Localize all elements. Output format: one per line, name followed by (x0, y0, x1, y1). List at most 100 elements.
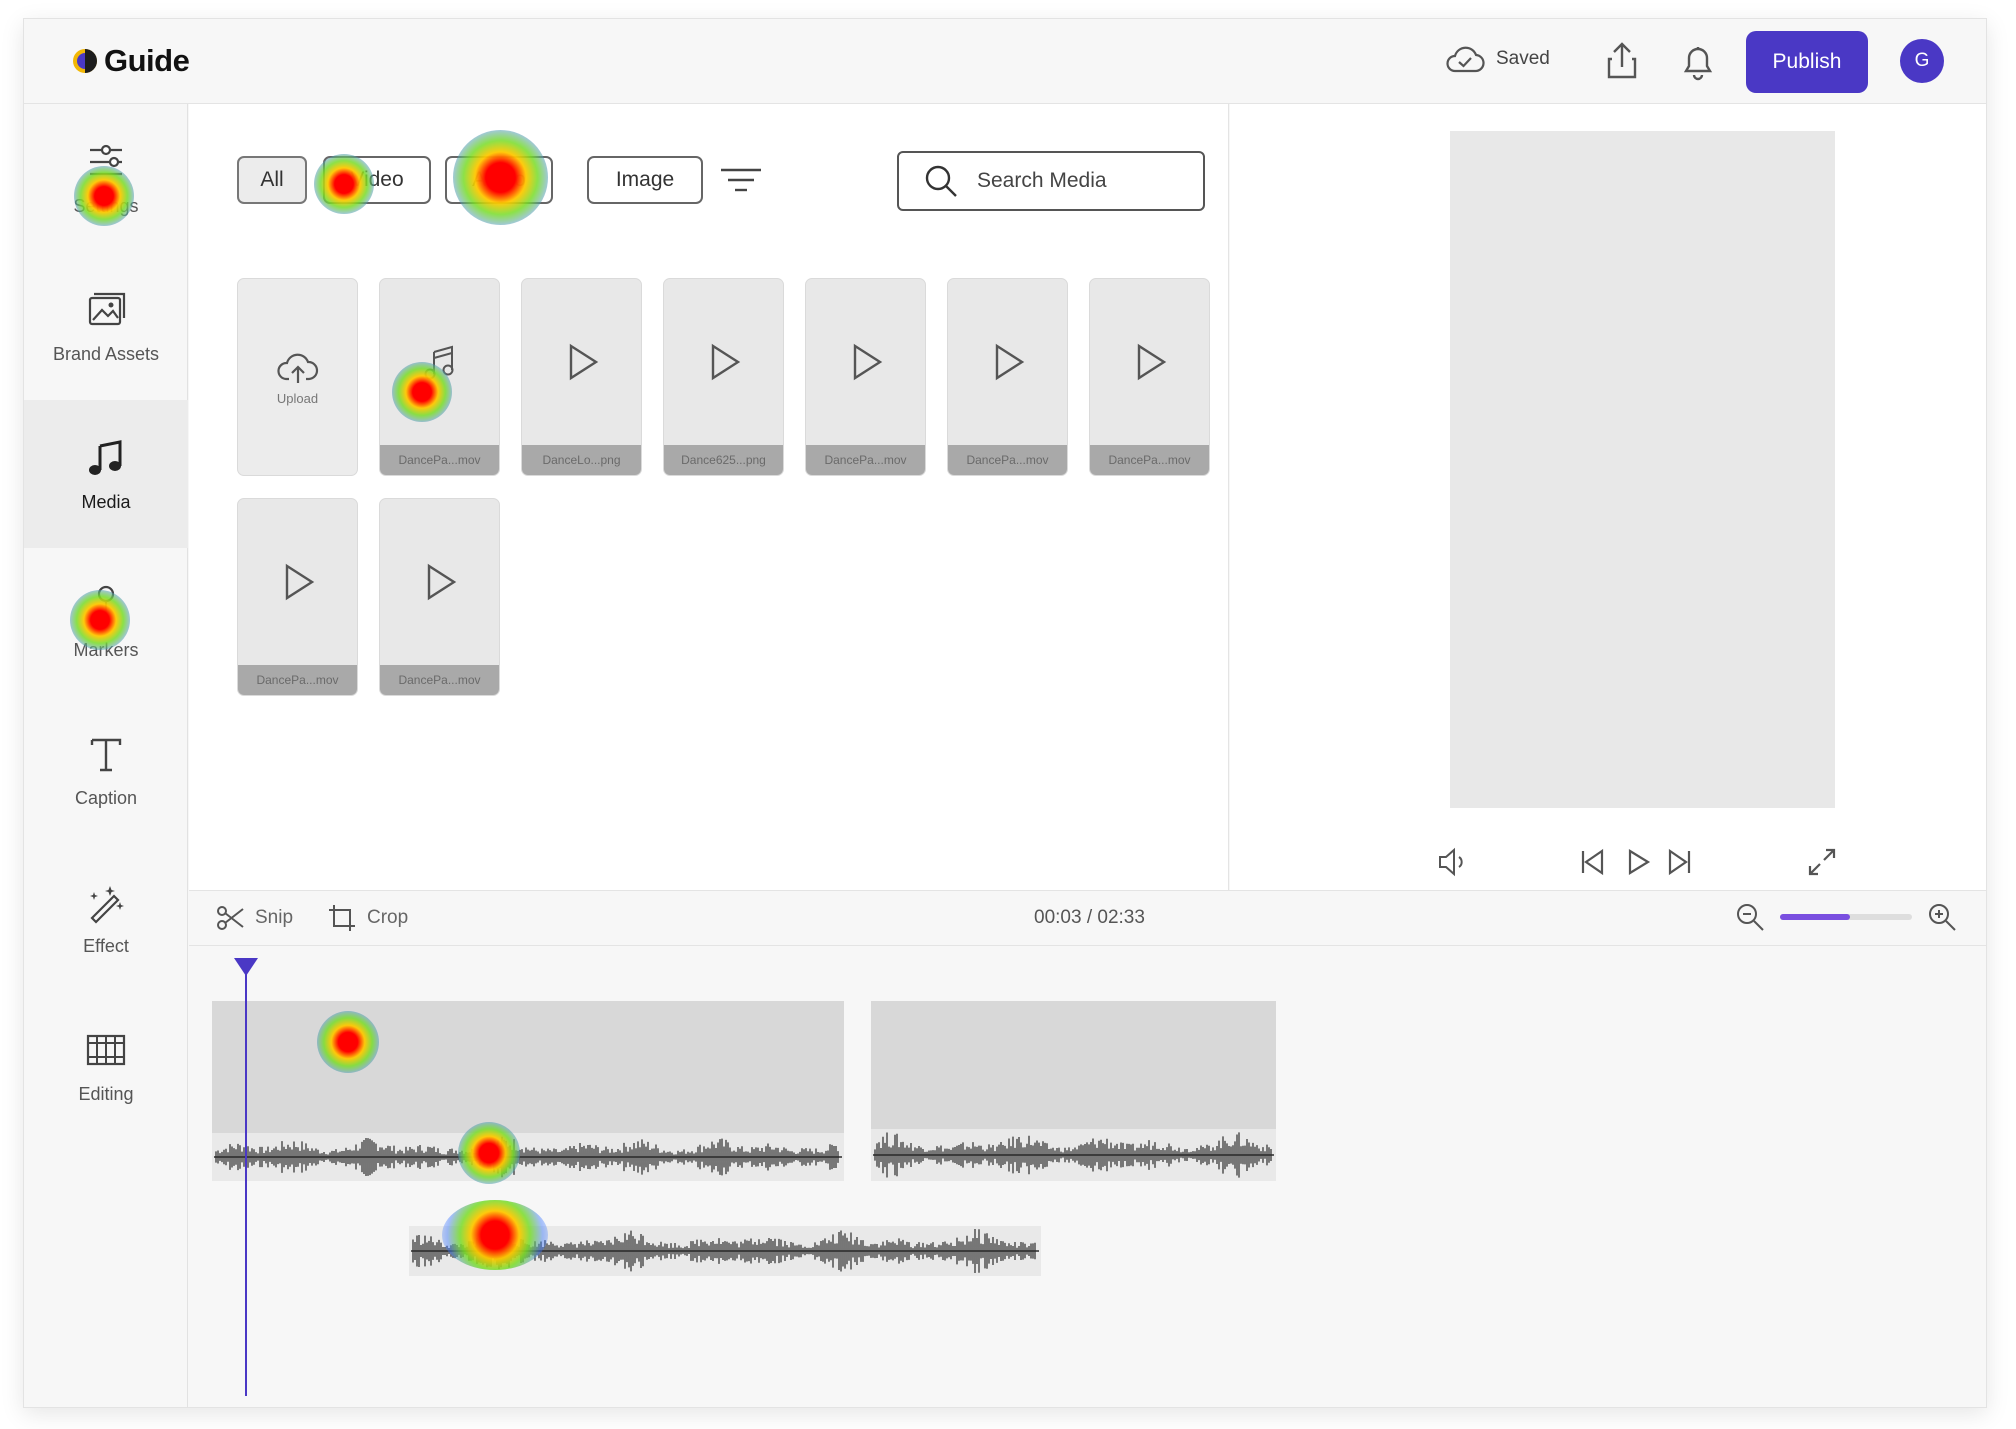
crop-icon (329, 905, 355, 931)
video-clip[interactable] (871, 1001, 1276, 1129)
media-tile-label: Dance625...png (664, 445, 783, 475)
media-tile-label: DancePa...mov (238, 665, 357, 695)
bell-icon[interactable] (1676, 39, 1720, 83)
audio-track[interactable] (409, 1226, 1041, 1276)
filter-icon[interactable] (719, 162, 763, 198)
media-tile[interactable]: DancePa...mov (379, 278, 500, 476)
waveform-graphic (873, 1132, 1274, 1178)
marker-pin-icon (97, 585, 115, 624)
sidebar-item-label: Effect (83, 935, 129, 956)
volume-icon[interactable] (1436, 844, 1472, 880)
timeline-toolbar: Snip Crop 00:03 / 02:33 (189, 890, 1986, 946)
fullscreen-icon[interactable] (1804, 844, 1840, 880)
filter-chip-audio[interactable]: Audio (445, 156, 553, 204)
playhead[interactable] (245, 964, 247, 1396)
media-tile[interactable]: DanceLo...png (521, 278, 642, 476)
play-icon (285, 563, 314, 601)
play-icon (427, 563, 456, 601)
play-icon (995, 343, 1024, 381)
play-icon[interactable] (1620, 844, 1656, 880)
app-name: Guide (104, 43, 190, 78)
video-clip[interactable] (212, 1001, 844, 1133)
media-tile-label: DanceLo...png (522, 445, 641, 475)
snip-label: Snip (255, 907, 294, 928)
media-tile[interactable]: DancePa...mov (947, 278, 1068, 476)
zoom-slider-fill (1780, 914, 1850, 920)
timecode: 00:03 / 02:33 (1034, 907, 1145, 928)
sidebar-item-caption[interactable]: Caption (24, 696, 188, 844)
waveform-graphic (214, 1136, 842, 1178)
media-tile[interactable]: DancePa...mov (237, 498, 358, 696)
music-note-icon (424, 345, 453, 380)
filter-chip-all[interactable]: All (237, 156, 307, 204)
sidebar-item-label: Settings (73, 195, 139, 216)
sidebar-item-media[interactable]: Media (24, 400, 188, 548)
sidebar-item-effect[interactable]: Effect (24, 844, 188, 992)
filter-chip-video[interactable]: Video (323, 156, 431, 204)
media-tile[interactable]: DancePa...mov (805, 278, 926, 476)
media-tile-label: DancePa...mov (948, 445, 1067, 475)
music-note-icon (89, 439, 122, 475)
search-icon (925, 165, 957, 197)
play-icon (711, 343, 740, 381)
media-tile-label: DancePa...mov (1090, 445, 1209, 475)
sliders-icon (90, 144, 122, 175)
playhead-handle[interactable] (234, 958, 258, 976)
sidebar-item-label: Media (81, 491, 131, 512)
play-icon (1137, 343, 1166, 381)
cloud-upload-icon (276, 353, 318, 383)
image-icon (88, 292, 126, 325)
cloud-check-icon (1446, 46, 1485, 73)
filter-chip-image[interactable]: Image (587, 156, 703, 204)
media-tile-label: DancePa...mov (380, 445, 499, 475)
video-preview[interactable] (1450, 131, 1835, 808)
scissors-icon (217, 906, 244, 930)
sidebar-item-label: Brand Assets (52, 343, 160, 364)
media-tile[interactable]: Dance625...png (663, 278, 784, 476)
timeline-track-area (189, 946, 1986, 1407)
play-icon (853, 343, 882, 381)
preview-panel (1230, 104, 1986, 890)
skip-back-icon[interactable] (1574, 844, 1610, 880)
search-media-field[interactable]: Search Media (897, 151, 1205, 211)
zoom-in-icon[interactable] (1926, 901, 1958, 933)
crop-label: Crop (367, 907, 409, 928)
user-avatar[interactable]: G (1900, 39, 1944, 83)
search-placeholder: Search Media (977, 169, 1107, 192)
crop-button[interactable]: Crop (327, 903, 408, 933)
zoom-control (1734, 901, 1958, 933)
audio-waveform[interactable] (871, 1129, 1276, 1181)
magic-wand-icon (90, 885, 124, 924)
skip-forward-icon[interactable] (1662, 844, 1698, 880)
save-status: Saved (1444, 43, 1550, 75)
app-logo: Guide (72, 43, 190, 79)
snip-button[interactable]: Snip (215, 903, 293, 933)
waveform-graphic (411, 1228, 1039, 1274)
sidebar-item-settings[interactable]: Settings (24, 104, 188, 252)
media-tile-label: DancePa...mov (806, 445, 925, 475)
media-tile[interactable]: DancePa...mov (379, 498, 500, 696)
sidebar-item-label: Markers (73, 639, 139, 660)
share-icon[interactable] (1600, 39, 1644, 83)
text-icon (90, 738, 122, 771)
waveform-path (874, 1132, 1272, 1178)
audio-waveform[interactable] (212, 1133, 844, 1181)
publish-button[interactable]: Publish (1746, 31, 1868, 93)
sidebar-item-label: Editing (78, 1083, 134, 1104)
zoom-slider[interactable] (1780, 914, 1912, 920)
play-icon (569, 343, 598, 381)
upload-tile[interactable]: Upload (237, 278, 358, 476)
sidebar-item-label: Caption (74, 787, 138, 808)
media-tile[interactable]: DancePa...mov (1089, 278, 1210, 476)
sidebar-item-editing[interactable]: Editing (24, 992, 188, 1140)
media-tile-label: DancePa...mov (380, 665, 499, 695)
logo-icon (73, 49, 97, 73)
top-header: Guide Saved Publish G (24, 19, 1986, 104)
app-window: Guide Saved Publish G Settings Brand Ass… (23, 18, 1987, 1408)
zoom-out-icon[interactable] (1734, 901, 1766, 933)
sidebar-item-brand-assets[interactable]: Brand Assets (24, 252, 188, 400)
upload-label: Upload (276, 390, 319, 406)
left-sidebar: Settings Brand Assets Media Markers Capt… (24, 104, 188, 1407)
sidebar-item-markers[interactable]: Markers (24, 548, 188, 696)
saved-label: Saved (1496, 48, 1550, 69)
